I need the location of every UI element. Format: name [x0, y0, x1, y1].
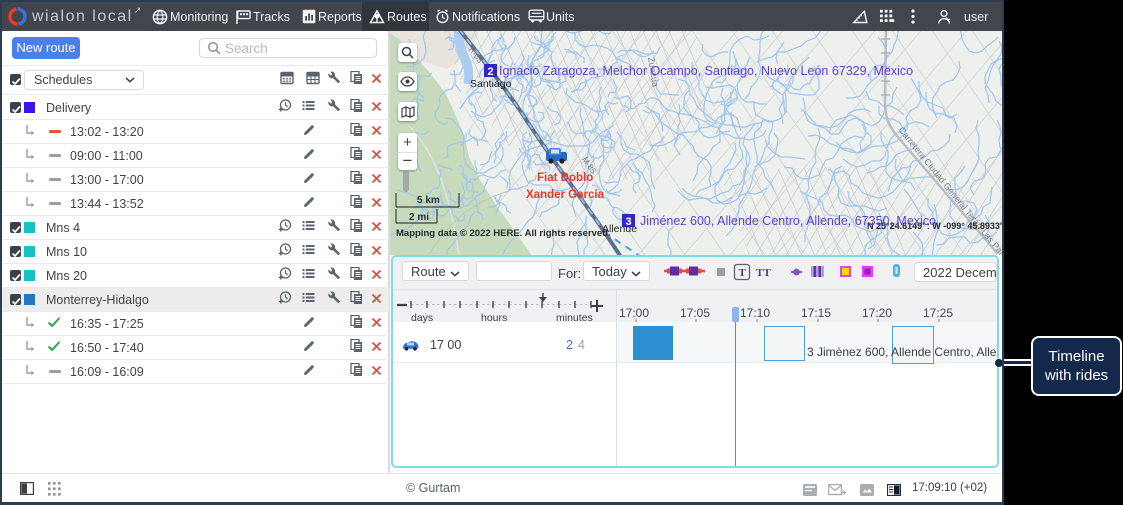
- svg-text:TT: TT: [756, 267, 771, 279]
- svg-text:5 km: 5 km: [417, 195, 440, 206]
- svg-text:minutes: minutes: [556, 312, 593, 323]
- svg-text:Jiménez 600, Allende Centro, A: Jiménez 600, Allende Centro, Allende, 67…: [640, 214, 936, 228]
- svg-text:hours: hours: [481, 312, 507, 323]
- svg-text:2: 2: [488, 66, 494, 78]
- svg-text:Santiago: Santiago: [470, 78, 512, 90]
- svg-text:3: 3: [626, 216, 632, 228]
- svg-text:T: T: [739, 267, 747, 279]
- svg-text:days: days: [411, 312, 433, 323]
- svg-text:2 mi: 2 mi: [409, 212, 429, 223]
- svg-text:Xander García: Xander García: [526, 189, 605, 201]
- svg-text:Ignacio Zaragoza, Melchor Ocam: Ignacio Zaragoza, Melchor Ocampo, Santia…: [499, 64, 913, 78]
- svg-text:Fiat Doblo: Fiat Doblo: [537, 172, 593, 184]
- svg-text:Mapping data © 2022 HERE. All: Mapping data © 2022 HERE. All rights res…: [396, 228, 611, 239]
